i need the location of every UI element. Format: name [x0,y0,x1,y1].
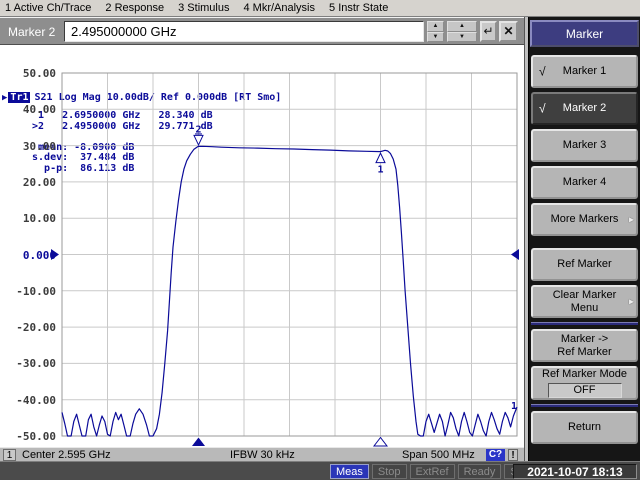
menu-item-5[interactable]: 5 Instr State [329,2,388,14]
softkey-label: Marker 2 [563,102,606,115]
softkey-separator [531,322,638,325]
softkey-label: Marker 4 [563,176,606,189]
instrument-screen: 1 Active Ch/Trace 2 Response 3 Stimulus 4 M… [0,0,640,480]
submenu-arrow-icon: ▸ [629,295,634,308]
close-entry-button[interactable]: ✕ [499,21,518,42]
softkey-label: More Markers [551,213,619,226]
status-indicator-ready: Ready [458,464,502,479]
marker-2-stimulus-indicator[interactable] [192,438,205,447]
menu-item-3[interactable]: 3 Stimulus [178,2,229,14]
channel-status-bar: 1 Center 2.595 GHz IFBW 30 kHz Span 500 … [0,447,524,461]
softkey-separator [531,404,638,407]
softkey-label: Marker 1 [563,65,606,78]
checkmark-icon: √ [539,102,546,115]
plot: 112 [0,45,524,447]
menu-item-4[interactable]: 4 Mkr/Analysis [243,2,315,14]
softkey-scroll-strip[interactable] [524,17,529,461]
softkey-ref-marker-mode[interactable]: Ref Marker Mode OFF [531,366,638,400]
entry-label: Marker 2 [8,25,55,39]
softkey-return[interactable]: Return [531,411,638,444]
step-up-icon[interactable]: ▲ [427,21,444,32]
status-indicators: MeasStopExtRefReadySvc [330,464,535,479]
step-up-icon[interactable]: ▲ [447,21,477,32]
softkey-ref-marker[interactable]: Ref Marker [531,248,638,281]
softkey-marker-3[interactable]: Marker 3 [531,129,638,162]
step-down-icon[interactable]: ▼ [447,32,477,43]
softkey-marker-1[interactable]: √ Marker 1 [531,55,638,88]
system-status-bar: MeasStopExtRefReadySvc 2021-10-07 18:13 [0,461,640,480]
warning-badge: ! [508,449,518,461]
span-readout: Span 500 MHz [402,449,475,461]
softkey-label: Ref Marker [557,258,611,271]
softkey-marker-2[interactable]: √ Marker 2 [531,92,638,125]
fine-stepper[interactable]: ▲ ▼ [427,21,444,42]
calibration-status-badge: C? [486,449,505,461]
marker-2-symbol[interactable] [194,135,203,145]
entry-toolbar: Marker 2 2.495000000 GHz ▲ ▼ ▲ ▼ ↵ ✕ [0,17,524,45]
submenu-arrow-icon: ▸ [629,213,634,226]
checkmark-icon: √ [539,65,546,78]
softkey-clear-marker-menu[interactable]: Clear MarkerMenu ▸ [531,285,638,318]
menu-bar: 1 Active Ch/Trace 2 Response 3 Stimulus 4 M… [0,0,640,17]
status-indicator-extref: ExtRef [410,464,455,479]
trace-end-number: 1 [511,401,517,412]
coarse-stepper[interactable]: ▲ ▼ [447,21,477,42]
channel-number: 1 [3,449,16,461]
ref-level-indicator-left [51,249,59,260]
softkey-label: Clear MarkerMenu [553,289,617,315]
center-frequency-readout: Center 2.595 GHz [22,449,111,461]
ref-level-indicator-right [511,249,519,260]
marker-1-symbol[interactable] [376,153,385,163]
softkey-menu-title: Marker [530,20,639,47]
menu-item-2[interactable]: 2 Response [105,2,164,14]
softkey-label: Marker ->Ref Marker [557,333,611,359]
marker-frequency-input[interactable]: 2.495000000 GHz [64,21,424,42]
marker-1-number: 1 [377,165,383,176]
softkey-label: Return [568,421,601,434]
ifbw-readout: IFBW 30 kHz [230,449,295,461]
softkey-label: Marker 3 [563,139,606,152]
softkey-marker-4[interactable]: Marker 4 [531,166,638,199]
softkey-more-markers[interactable]: More Markers ▸ [531,203,638,236]
step-down-icon[interactable]: ▼ [427,32,444,43]
toggle-state: OFF [548,383,622,398]
softkey-label: Ref Marker Mode [542,368,627,381]
softkey-panel: Marker √ Marker 1 √ Marker 2 Marker 3 Marker … [524,17,640,461]
status-indicator-stop: Stop [372,464,407,479]
date-time: 2021-10-07 18:13 [513,464,637,479]
softkey-list: √ Marker 1 √ Marker 2 Marker 3 Marker 4 More M… [531,51,638,444]
enter-button[interactable]: ↵ [480,21,497,42]
marker-1-stimulus-indicator[interactable] [374,438,387,447]
softkey-marker-ref-marker[interactable]: Marker ->Ref Marker [531,329,638,362]
status-indicator-meas: Meas [330,464,369,479]
menu-item-1[interactable]: 1 Active Ch/Trace [5,2,91,14]
